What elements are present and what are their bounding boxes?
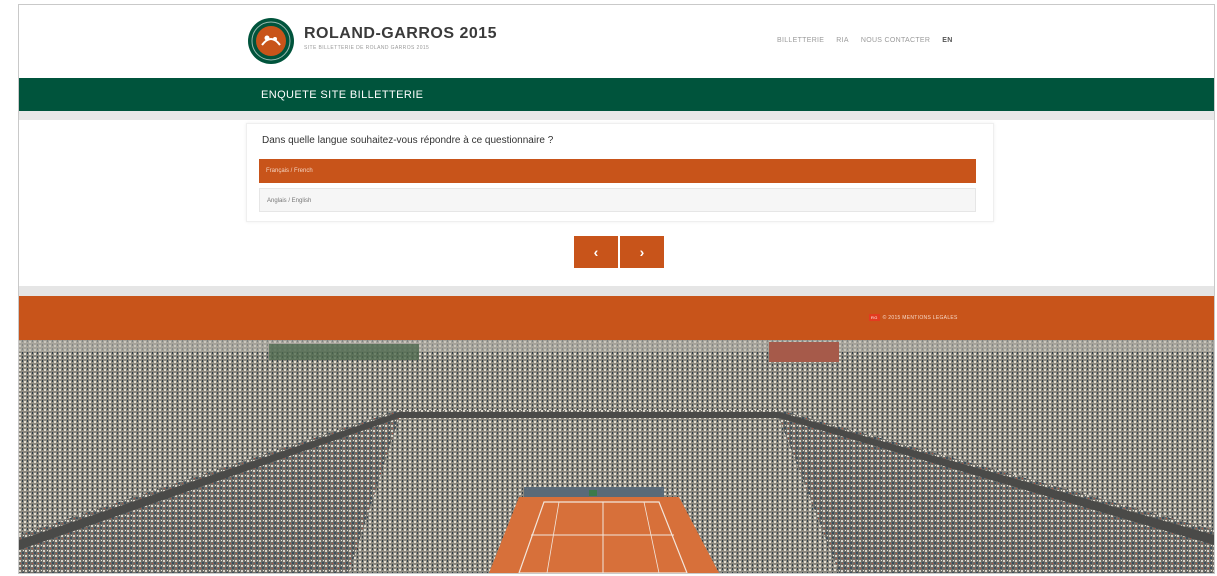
rg-badge: RG xyxy=(869,314,880,321)
page-frame: ROLAND-GARROS 2015 SITE BILLETTERIE DE R… xyxy=(18,4,1215,574)
divider xyxy=(19,111,1214,120)
chevron-left-icon: ‹ xyxy=(593,244,599,260)
page-banner: ENQUETE SITE BILLETTERIE xyxy=(19,78,1214,111)
next-button[interactable]: › xyxy=(620,236,664,268)
legal-link[interactable]: © 2015 MENTIONS LEGALES xyxy=(883,315,958,321)
page-title: ENQUETE SITE BILLETTERIE xyxy=(261,89,424,101)
language-switch[interactable]: EN xyxy=(942,37,952,44)
site-footer: RG © 2015 MENTIONS LEGALES xyxy=(19,296,1214,340)
divider xyxy=(19,286,1214,296)
option-french[interactable]: Français / French xyxy=(259,159,976,183)
option-english[interactable]: Anglais / English xyxy=(259,188,976,212)
roland-garros-logo-icon[interactable] xyxy=(247,17,295,65)
survey-question: Dans quelle langue souhaitez-vous répond… xyxy=(262,135,554,146)
footer-legal[interactable]: RG © 2015 MENTIONS LEGALES xyxy=(869,314,958,321)
site-header: ROLAND-GARROS 2015 SITE BILLETTERIE DE R… xyxy=(19,5,1214,78)
site-subtitle: SITE BILLETTERIE DE ROLAND GARROS 2015 xyxy=(304,45,430,51)
nav-billetterie[interactable]: BILLETTERIE xyxy=(777,37,824,44)
nav-ria[interactable]: RIA xyxy=(836,37,849,44)
nav-contact[interactable]: NOUS CONTACTER xyxy=(861,37,930,44)
stadium-photo xyxy=(19,340,1214,573)
top-nav: BILLETTERIE RIA NOUS CONTACTER EN xyxy=(777,37,953,44)
chevron-right-icon: › xyxy=(639,244,645,260)
previous-button[interactable]: ‹ xyxy=(574,236,618,268)
site-title[interactable]: ROLAND-GARROS 2015 xyxy=(304,25,497,43)
